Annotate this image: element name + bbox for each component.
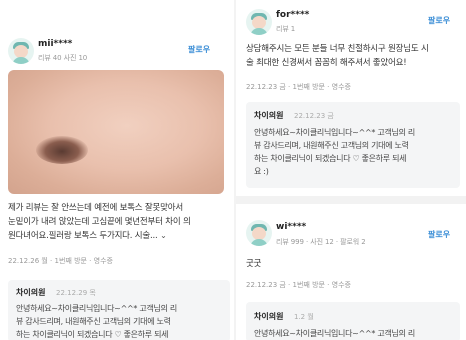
review-card-left: mii**** 리뷰 40 사진 10 팔로우 제가 리뷰는 잘 안쓰는데 예전… <box>0 0 234 340</box>
follow-button[interactable]: 팔로우 <box>428 15 450 26</box>
reply-date: 22.12.29 목 <box>56 289 96 297</box>
username[interactable]: mii**** <box>38 39 72 49</box>
reply-author: 차이의원 <box>16 288 46 297</box>
username[interactable]: for**** <box>276 10 309 20</box>
user-avatar[interactable] <box>246 220 272 246</box>
owner-reply: 차이의원 1.2 월 안녕하세요~차이클리닉입니다~^^* 고객님의 리 <box>246 302 460 340</box>
reply-author: 차이의원 <box>254 312 284 321</box>
review-text[interactable]: 상담해주시는 모든 분들 너무 친절하시구 원장님도 시 술 최대한 신경써서 … <box>246 43 466 70</box>
owner-reply: 차이의원 22.12.23 금 안녕하세요~차이클리닉입니다~^^* 고객님의 … <box>246 102 460 188</box>
photo-nostril-shape <box>36 136 88 164</box>
user-meta: 리뷰 40 사진 10 <box>38 54 88 62</box>
reply-date: 1.2 월 <box>294 313 314 321</box>
reply-date: 22.12.23 금 <box>294 112 334 120</box>
follow-button[interactable]: 팔로우 <box>428 229 450 240</box>
reply-author: 차이의원 <box>254 111 284 120</box>
review-photo[interactable] <box>8 70 224 194</box>
owner-reply: 차이의원 22.12.29 목 안녕하세요~차이클리닉입니다~^^* 고객님의 … <box>8 280 230 340</box>
review-footer: 22.12.26 월 · 1번째 방문 · 영수증 <box>8 257 113 265</box>
user-meta: 리뷰 1 <box>276 25 296 33</box>
review-text[interactable]: 제가 리뷰는 잘 안쓰는데 예전에 보톡스 잘못맞아서 눈밑이가 내려 앉았는데… <box>8 202 232 244</box>
user-meta: 리뷰 999 · 사진 12 · 팔로워 2 <box>276 238 366 246</box>
section-separator <box>236 196 466 204</box>
follow-button[interactable]: 팔로우 <box>188 44 210 55</box>
reply-text: 안녕하세요~차이클리닉입니다~^^* 고객님의 리 뷰 감사드리며, 내원해주신… <box>254 128 415 176</box>
user-avatar[interactable] <box>8 38 34 64</box>
user-avatar[interactable] <box>246 9 272 35</box>
review-text[interactable]: 굿굿 <box>246 258 466 272</box>
review-footer: 22.12.23 금 · 1번째 방문 · 영수증 <box>246 83 351 91</box>
review-card-right: for**** 리뷰 1 팔로우 상담해주시는 모든 분들 너무 친절하시구 원… <box>236 0 466 340</box>
reply-text: 안녕하세요~차이클리닉입니다~^^* 고객님의 리 뷰 감사드리며, 내원해주신… <box>16 304 177 339</box>
username[interactable]: wi**** <box>276 222 306 232</box>
review-footer: 22.12.23 금 · 1번째 방문 · 영수증 <box>246 281 351 289</box>
expand-chevron-icon[interactable]: ⌄ <box>160 231 167 240</box>
reply-text: 안녕하세요~차이클리닉입니다~^^* 고객님의 리 <box>254 329 415 338</box>
